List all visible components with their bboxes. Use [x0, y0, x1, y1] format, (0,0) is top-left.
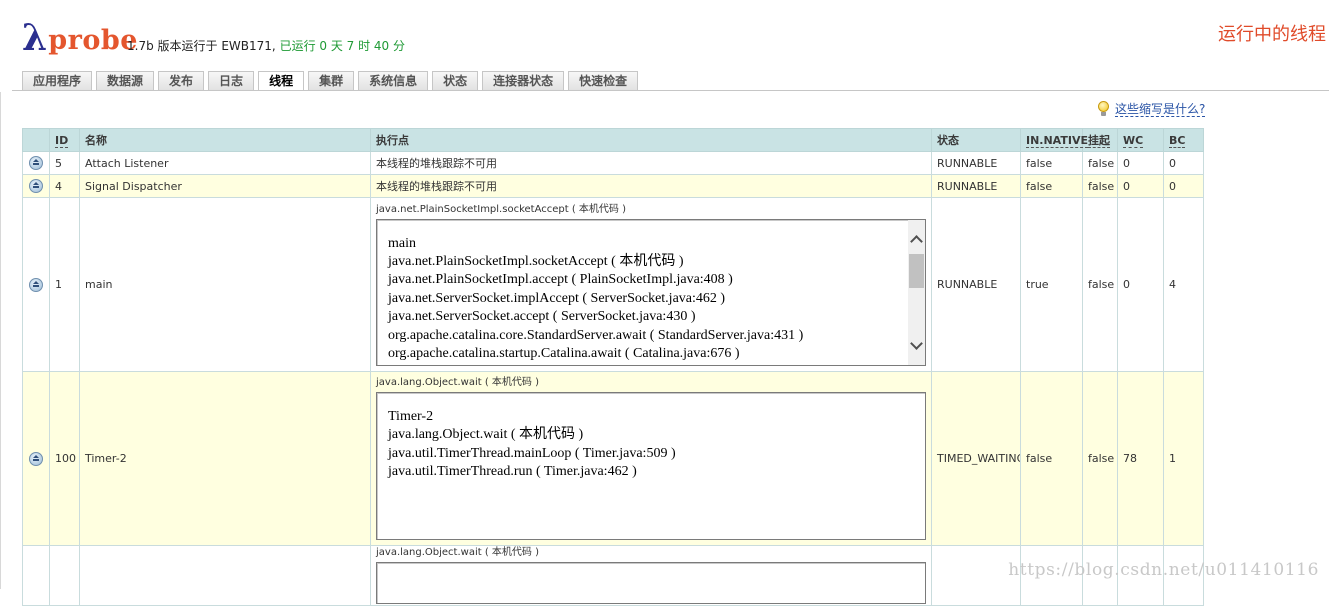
thread-in-native: false — [1020, 151, 1083, 175]
thread-suspended: false — [1082, 151, 1118, 175]
tab-system-info[interactable]: 系统信息 — [358, 71, 429, 90]
header-name[interactable]: 名称 — [79, 128, 371, 152]
thread-state: TIMED_WAITING — [931, 371, 1021, 546]
lightbulb-icon — [1097, 101, 1110, 117]
logo-text: probe — [48, 25, 138, 56]
thread-toggle-icon[interactable] — [29, 179, 43, 193]
probe-logo[interactable]: λ probe — [22, 16, 138, 56]
thread-in-native: false — [1020, 371, 1083, 546]
trace-line: java.net.PlainSocketImpl.socketAccept ( … — [388, 253, 684, 269]
tab-deploy[interactable]: 发布 — [158, 71, 205, 90]
thread-state: RUNNABLE — [931, 151, 1021, 175]
tab-cluster[interactable]: 集群 — [308, 71, 355, 90]
thread-bc: 1 — [1163, 371, 1204, 546]
thread-state: RUNNABLE — [931, 197, 1021, 372]
trace-line: org.apache.catalina.startup.Catalina.awa… — [388, 345, 740, 361]
tab-connector-status[interactable]: 连接器状态 — [482, 71, 565, 90]
thread-bc: 0 — [1163, 151, 1204, 175]
header-icon — [22, 128, 50, 152]
table-row: 100 Timer-2 java.lang.Object.wait ( 本机代码… — [22, 371, 1204, 546]
thread-name: main — [79, 197, 371, 372]
header-wc[interactable]: WC — [1117, 128, 1164, 152]
table-row: 5 Attach Listener 本线程的堆栈跟踪不可用 RUNNABLE f… — [22, 151, 1204, 175]
thread-in-native: false — [1020, 174, 1083, 198]
stack-trace-box[interactable]: Timer-2 java.lang.Object.wait ( 本机代码 ) j… — [376, 392, 926, 540]
thread-id: 4 — [49, 174, 80, 198]
thread-wc: 78 — [1117, 371, 1164, 546]
logo-lambda: λ — [22, 17, 48, 59]
thread-name: Signal Dispatcher — [79, 174, 371, 198]
table-header-row: ID 名称 执行点 状态 IN.NATIVE 挂起 WC BC — [22, 128, 1204, 152]
table-row: 4 Signal Dispatcher 本线程的堆栈跟踪不可用 RUNNABLE… — [22, 174, 1204, 198]
tab-threads[interactable]: 线程 — [258, 71, 305, 91]
trace-line: org.apache.catalina.core.StandardServer.… — [388, 327, 804, 343]
trace-line: java.util.TimerThread.mainLoop ( Timer.j… — [388, 445, 676, 461]
trace-line: java.util.TimerThread.run ( Timer.java:4… — [388, 464, 637, 480]
thread-toggle-icon[interactable] — [29, 156, 43, 170]
thread-state: RUNNABLE — [931, 174, 1021, 198]
thread-id: 5 — [49, 151, 80, 175]
scroll-thumb[interactable] — [909, 253, 924, 288]
header-in-native[interactable]: IN.NATIVE — [1020, 128, 1088, 152]
tab-datasources[interactable]: 数据源 — [96, 71, 155, 90]
thread-name: Attach Listener — [79, 151, 371, 175]
tab-applications[interactable]: 应用程序 — [22, 71, 93, 90]
main-tabs: 应用程序 数据源 发布 日志 线程 集群 系统信息 状态 连接器状态 快速检查 — [22, 71, 642, 91]
page-title: 运行中的线程 — [1218, 24, 1326, 45]
stack-trace-box[interactable] — [376, 562, 926, 604]
table-row: 1 main java.net.PlainSocketImpl.socketAc… — [22, 197, 1204, 372]
help-link-text[interactable]: 这些缩写是什么? — [1115, 102, 1206, 117]
thread-exec-point: 本线程的堆栈跟踪不可用 — [370, 174, 932, 198]
tab-quick-check[interactable]: 快速检查 — [568, 71, 639, 90]
header-id[interactable]: ID — [49, 128, 80, 152]
trace-line: Timer-2 — [388, 409, 434, 424]
trace-line: java.lang.Object.wait ( 本机代码 ) — [388, 427, 584, 443]
thread-toggle-icon[interactable] — [29, 451, 43, 466]
scroll-down-icon[interactable] — [910, 336, 923, 350]
watermark: https://blog.csdn.net/u011410116 — [1008, 560, 1319, 580]
trace-line: java.net.ServerSocket.implAccept ( Serve… — [388, 290, 726, 306]
scroll-up-icon[interactable] — [910, 234, 923, 248]
version-prefix: 1.7b 版本运行于 EWB171, — [127, 39, 276, 53]
stack-trace-box[interactable]: main java.net.PlainSocketImpl.socketAcce… — [376, 218, 926, 366]
thread-id: 100 — [49, 371, 80, 546]
header-exec-point[interactable]: 执行点 — [370, 128, 932, 152]
header-state[interactable]: 状态 — [931, 128, 1021, 152]
thread-toggle-icon[interactable] — [29, 277, 43, 292]
thread-wc: 0 — [1117, 197, 1164, 372]
exec-point-label: java.lang.Object.wait ( 本机代码 ) — [376, 547, 539, 558]
thread-exec-point: 本线程的堆栈跟踪不可用 — [370, 151, 932, 175]
tab-divider — [12, 90, 1329, 91]
uptime: 已运行 0 天 7 时 40 分 — [279, 39, 405, 53]
threads-table: ID 名称 执行点 状态 IN.NATIVE 挂起 WC BC 5 Attach… — [22, 128, 1204, 606]
thread-bc: 4 — [1163, 197, 1204, 372]
abbreviations-help-link[interactable]: 这些缩写是什么? — [1097, 101, 1206, 117]
thread-suspended: false — [1082, 174, 1118, 198]
exec-point-label: java.net.PlainSocketImpl.socketAccept ( … — [376, 203, 626, 215]
tab-logs[interactable]: 日志 — [208, 71, 255, 90]
thread-in-native: true — [1020, 197, 1083, 372]
thread-id: 1 — [49, 197, 80, 372]
thread-name: Timer-2 — [79, 371, 371, 546]
thread-bc: 0 — [1163, 174, 1204, 198]
header-bc[interactable]: BC — [1163, 128, 1204, 152]
exec-point-label: java.lang.Object.wait ( 本机代码 ) — [376, 377, 539, 388]
trace-line: main — [388, 235, 416, 251]
header-suspended[interactable]: 挂起 — [1082, 128, 1118, 152]
version-info: 1.7b 版本运行于 EWB171, 已运行 0 天 7 时 40 分 — [127, 37, 405, 54]
trace-line: java.net.PlainSocketImpl.accept ( PlainS… — [388, 272, 733, 288]
thread-wc: 0 — [1117, 151, 1164, 175]
thread-suspended: false — [1082, 197, 1118, 372]
trace-scrollbar[interactable] — [908, 219, 925, 365]
trace-line: java.net.ServerSocket.accept ( ServerSoc… — [388, 309, 696, 325]
thread-suspended: false — [1082, 371, 1118, 546]
left-border — [0, 92, 1, 589]
thread-wc: 0 — [1117, 174, 1164, 198]
tab-status[interactable]: 状态 — [432, 71, 479, 90]
